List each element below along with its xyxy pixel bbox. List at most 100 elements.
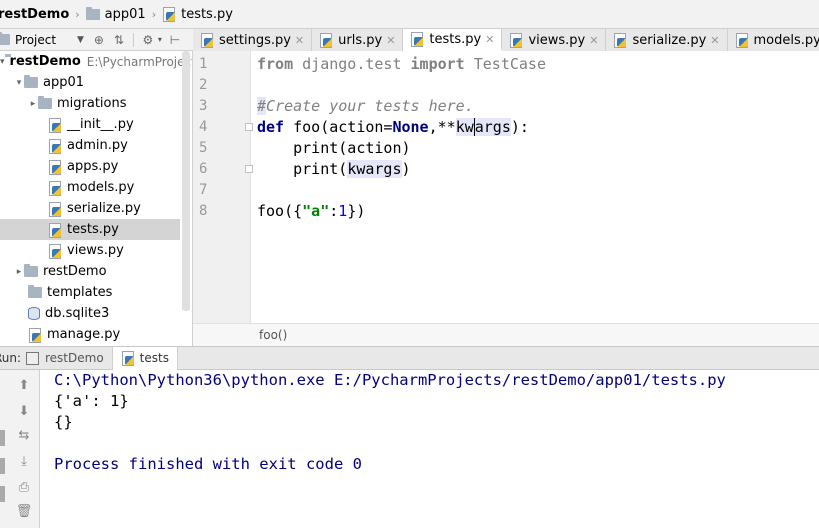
line-number: 1 xyxy=(199,56,208,72)
text-caret: args xyxy=(473,118,511,136)
line-number: 3 xyxy=(199,98,208,114)
python-file-icon xyxy=(48,159,62,175)
python-file-icon xyxy=(48,180,62,196)
line-number: 6 xyxy=(199,161,208,177)
database-icon xyxy=(28,307,40,320)
python-file-icon xyxy=(200,33,214,48)
tree-item-views-py[interactable]: views.py xyxy=(0,240,180,261)
code-line-6: print(kwargs) xyxy=(257,160,411,178)
tree-item-init-py[interactable]: __init__.py xyxy=(0,114,180,135)
trash-icon[interactable]: 🗑 xyxy=(14,502,34,520)
side-tool-icon[interactable] xyxy=(0,486,5,502)
python-file-icon xyxy=(48,201,62,217)
ide-window: restDemo › app01 › tests.py Project ▼ ⊕ … xyxy=(0,0,819,528)
code-line-3: #Create your tests here. xyxy=(257,97,474,115)
tab-serialize-py[interactable]: serialize.py ✕ xyxy=(606,29,728,51)
gear-icon[interactable]: ⚙ xyxy=(141,33,155,47)
tree-item-restdemo[interactable]: ▸ restDemo xyxy=(0,261,180,282)
close-icon[interactable]: ✕ xyxy=(295,34,304,47)
print-icon[interactable]: ⎙ xyxy=(14,478,34,496)
tree-item-models-py[interactable]: models.py xyxy=(0,177,180,198)
tab-tests-py[interactable]: tests.py ✕ xyxy=(403,29,503,51)
close-icon[interactable]: ✕ xyxy=(589,34,598,47)
console-command-line: C:\Python\Python36\python.exe E:/Pycharm… xyxy=(54,371,726,389)
close-icon[interactable]: ✕ xyxy=(710,34,719,47)
tree-item-tests-py[interactable]: tests.py xyxy=(0,219,180,240)
tab-views-py[interactable]: views.py ✕ xyxy=(502,29,607,51)
folder-icon xyxy=(24,264,38,277)
python-file-icon xyxy=(162,7,176,22)
python-file-icon xyxy=(48,222,62,238)
code-line-8: foo({"a":1}) xyxy=(257,202,366,220)
collapse-arrow-icon[interactable]: ▸ xyxy=(14,267,24,277)
folder-icon xyxy=(24,75,38,88)
run-tab-tests[interactable]: tests xyxy=(112,346,178,370)
collapse-arrow-icon[interactable]: ▸ xyxy=(28,99,38,109)
python-file-icon xyxy=(735,33,749,48)
tab-models-py[interactable]: models.py✕ xyxy=(727,29,819,51)
python-file-icon xyxy=(509,33,523,48)
project-tree: ▾ restDemo E:\PycharmProjects\restDemo ▾… xyxy=(0,51,193,346)
side-tool-icon[interactable] xyxy=(0,430,5,446)
breadcrumb-project[interactable]: restDemo xyxy=(0,0,73,29)
dropdown-arrow-icon: ▾ xyxy=(157,35,162,44)
tree-item-serialize-py[interactable]: serialize.py xyxy=(0,198,180,219)
python-file-icon xyxy=(48,117,62,133)
soft-wrap-icon[interactable]: ⇆ xyxy=(14,426,34,444)
tree-item-admin-py[interactable]: admin.py xyxy=(0,135,180,156)
hide-panel-icon[interactable]: ⊢ xyxy=(168,33,182,47)
run-label: Run: xyxy=(0,351,22,365)
line-number: 5 xyxy=(199,140,208,156)
expand-arrow-icon[interactable]: ▾ xyxy=(0,57,5,67)
fold-marker-icon[interactable] xyxy=(245,165,253,173)
editor-breadcrumb[interactable]: foo() xyxy=(193,323,819,346)
line-number: 7 xyxy=(199,182,208,198)
close-icon[interactable]: ✕ xyxy=(386,34,395,47)
tree-item-app01[interactable]: ▾ app01 xyxy=(0,72,180,93)
tab-settings-py[interactable]: settings.py ✕ xyxy=(193,29,313,51)
django-icon xyxy=(26,351,39,365)
expand-arrow-icon[interactable]: ▾ xyxy=(14,78,24,88)
breadcrumb-folder[interactable]: app01 xyxy=(82,0,150,29)
folder-icon xyxy=(0,32,10,45)
python-file-icon xyxy=(48,243,62,259)
console-output-line: {} xyxy=(54,413,73,431)
arrow-down-icon[interactable]: ⬇ xyxy=(14,402,34,420)
arrow-up-icon[interactable]: ⬆ xyxy=(14,376,34,394)
folder-icon xyxy=(28,285,42,298)
tree-item-migrations[interactable]: ▸ migrations xyxy=(0,93,180,114)
python-file-icon xyxy=(28,327,42,343)
console-output-line: {'a': 1} xyxy=(54,392,129,410)
project-view-selector[interactable]: Project ▼ xyxy=(0,32,84,47)
run-toolbar: ⬆ ⬇ ⇆ ⤓ ⎙ 🗑 xyxy=(0,370,40,528)
code-line-5: print(action) xyxy=(257,139,411,157)
close-icon[interactable]: ✕ xyxy=(485,33,494,46)
run-console[interactable]: C:\Python\Python36\python.exe E:/Pycharm… xyxy=(40,370,819,528)
run-tab-restdemo[interactable]: restDemo xyxy=(18,346,113,370)
tree-item-templates[interactable]: templates xyxy=(0,282,180,303)
chevron-right-icon: › xyxy=(75,7,80,21)
side-tool-icon[interactable] xyxy=(0,458,5,474)
python-file-icon xyxy=(319,33,333,48)
tree-root[interactable]: ▾ restDemo E:\PycharmProjects\restDemo xyxy=(0,51,192,72)
collapse-icon[interactable]: ⇅ xyxy=(112,33,126,47)
breadcrumb-file[interactable]: tests.py xyxy=(158,0,237,29)
tree-item-manage-py[interactable]: manage.py xyxy=(0,324,180,345)
code-line-1: from django.test import TestCase xyxy=(257,55,546,73)
project-toolbar: Project ▼ ⊕ ⇅ ⚙ ▾ ⊢ xyxy=(0,29,193,51)
code-line-4: def foo(action=None,**kwargs): xyxy=(257,118,529,136)
crosshair-icon[interactable]: ⊕ xyxy=(92,33,106,47)
tab-urls-py[interactable]: urls.py ✕ xyxy=(312,29,404,51)
line-number: 4 xyxy=(199,119,208,135)
tree-item-db-sqlite3[interactable]: db.sqlite3 xyxy=(0,303,180,324)
code-editor[interactable]: 1 2 3 4 5 6 7 8 from django.test import … xyxy=(193,51,819,346)
console-exit-message: Process finished with exit code 0 xyxy=(54,455,362,473)
tree-item-apps-py[interactable]: apps.py xyxy=(0,156,180,177)
run-tool-window-header: Run: restDemo tests xyxy=(0,346,819,370)
scroll-to-end-icon[interactable]: ⤓ xyxy=(14,452,34,470)
line-gutter: 1 2 3 4 5 6 7 8 xyxy=(193,51,253,323)
folder-icon xyxy=(85,6,100,20)
python-file-icon xyxy=(410,32,424,47)
fold-marker-icon[interactable] xyxy=(245,123,253,131)
tree-scrollbar[interactable] xyxy=(182,51,190,311)
